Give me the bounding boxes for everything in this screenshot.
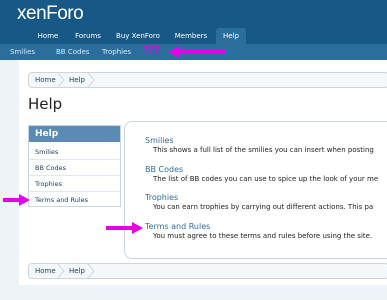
tab-buy-xenforo[interactable]: Buy XenForo	[112, 28, 164, 44]
site-logo[interactable]: xenForo	[17, 3, 84, 25]
chevron-right-icon	[87, 73, 95, 87]
section-desc-terms-and-rules: You must agree to these terms and rules …	[153, 232, 373, 240]
section-desc-trophies: You can earn trophies by carrying out di…	[153, 203, 374, 211]
annotation-arrow-icon	[168, 46, 226, 58]
chevron-right-icon	[87, 264, 95, 278]
divider	[29, 159, 120, 160]
sidebar-item-bb-codes[interactable]: BB Codes	[35, 164, 66, 172]
sidebar-item-terms-and-rules[interactable]: Terms and Rules	[35, 196, 88, 204]
sidebar-item-trophies[interactable]: Trophies	[35, 180, 62, 188]
help-sidebar: Help Smilies BB Codes Trophies Terms and…	[28, 125, 121, 207]
chevron-right-icon	[57, 73, 65, 87]
tab-forums[interactable]: Forums	[70, 28, 106, 44]
sublink-smilies[interactable]: Smilies	[10, 44, 35, 60]
sublink-bb-codes[interactable]: BB Codes	[56, 44, 89, 60]
section-desc-bb-codes: The list of BB codes you can use to spic…	[153, 175, 379, 183]
breadcrumb: Home Help	[28, 72, 387, 88]
chevron-right-icon	[57, 264, 65, 278]
breadcrumb-help[interactable]: Help	[69, 73, 85, 87]
sublink-trophies[interactable]: Trophies	[102, 44, 131, 60]
sidebar-title: Help	[29, 126, 120, 142]
tab-members[interactable]: Members	[170, 28, 212, 44]
sidebar-item-smilies[interactable]: Smilies	[35, 148, 58, 156]
breadcrumb-bottom: Home Help	[28, 263, 387, 279]
divider	[29, 191, 120, 192]
page-title: Help	[28, 95, 63, 113]
help-sections-panel: Smilies This shows a full list of the sm…	[124, 121, 387, 259]
section-title-bb-codes[interactable]: BB Codes	[145, 165, 183, 174]
divider	[29, 175, 120, 176]
breadcrumb-home[interactable]: Home	[35, 73, 56, 87]
nav-tabs: Home Forums Buy XenForo Members Help	[0, 28, 387, 44]
annotation-arrow-icon	[106, 222, 143, 234]
section-desc-smilies: This shows a full list of the smilies yo…	[153, 146, 374, 154]
tab-help[interactable]: Help	[216, 28, 246, 44]
tab-home[interactable]: Home	[33, 28, 63, 44]
annotation-question-marks: ???	[143, 45, 161, 56]
section-title-terms-and-rules[interactable]: Terms and Rules	[145, 222, 210, 231]
annotation-arrow-icon	[3, 194, 30, 206]
section-title-trophies[interactable]: Trophies	[145, 193, 178, 202]
footer	[0, 285, 387, 300]
section-title-smilies[interactable]: Smilies	[145, 136, 174, 145]
breadcrumb-help[interactable]: Help	[69, 264, 85, 278]
breadcrumb-home[interactable]: Home	[35, 264, 56, 278]
